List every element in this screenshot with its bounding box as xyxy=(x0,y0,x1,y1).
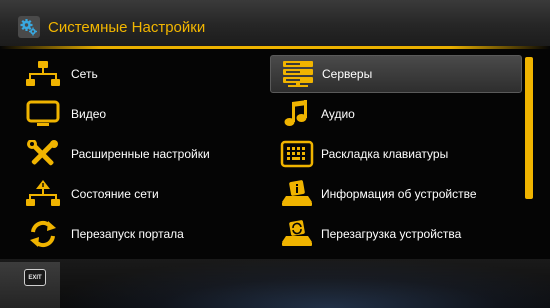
menu-item-label: Расширенные настройки xyxy=(71,147,210,161)
menu-item-keyboard-layout[interactable]: Раскладка клавиатуры xyxy=(270,135,522,173)
menu-item-advanced-settings[interactable]: Расширенные настройки xyxy=(18,135,258,173)
servers-icon xyxy=(279,59,317,89)
menu-item-label: Информация об устройстве xyxy=(321,187,477,201)
menu-item-servers[interactable]: Серверы xyxy=(270,55,522,93)
menu-item-label: Видео xyxy=(71,107,107,121)
page-title: Системные Настройки xyxy=(48,19,206,36)
exit-label: EXIT xyxy=(28,274,42,281)
menu-item-label: Перезапуск портала xyxy=(71,227,184,241)
menu-item-label: Аудио xyxy=(321,107,355,121)
scrollbar[interactable] xyxy=(525,57,533,199)
exit-button[interactable]: EXIT xyxy=(24,269,46,286)
menu-item-label: Раскладка клавиатуры xyxy=(321,147,449,161)
menu-item-network-status[interactable]: Состояние сети xyxy=(18,175,258,213)
settings-menu: Сеть Видео Расширенные настройки Состоян… xyxy=(0,49,550,259)
menu-item-video[interactable]: Видео xyxy=(18,95,258,133)
footer-glow xyxy=(60,261,550,308)
settings-gears-icon xyxy=(18,16,40,38)
menu-item-audio[interactable]: Аудио xyxy=(270,95,522,133)
menu-item-device-reboot[interactable]: Перезагрузка устройства xyxy=(270,215,522,253)
menu-item-label: Серверы xyxy=(322,67,373,81)
menu-item-label: Перезагрузка устройства xyxy=(321,227,462,241)
keyboard-icon xyxy=(278,139,316,169)
menu-item-label: Состояние сети xyxy=(71,187,159,201)
music-note-icon xyxy=(278,99,316,129)
settings-screen: Системные Настройки Сеть Видео Расширенн… xyxy=(0,0,550,308)
menu-item-restart-portal[interactable]: Перезапуск портала xyxy=(18,215,258,253)
device-reboot-icon xyxy=(278,219,316,249)
menu-item-label: Сеть xyxy=(71,67,98,81)
menu-item-device-info[interactable]: Информация об устройстве xyxy=(270,175,522,213)
device-info-icon xyxy=(278,179,316,209)
monitor-icon xyxy=(24,99,62,129)
tools-icon xyxy=(24,139,62,169)
network-info-icon xyxy=(24,179,62,209)
network-icon xyxy=(24,59,62,89)
menu-item-network[interactable]: Сеть xyxy=(18,55,258,93)
restart-arrows-icon xyxy=(24,219,62,249)
